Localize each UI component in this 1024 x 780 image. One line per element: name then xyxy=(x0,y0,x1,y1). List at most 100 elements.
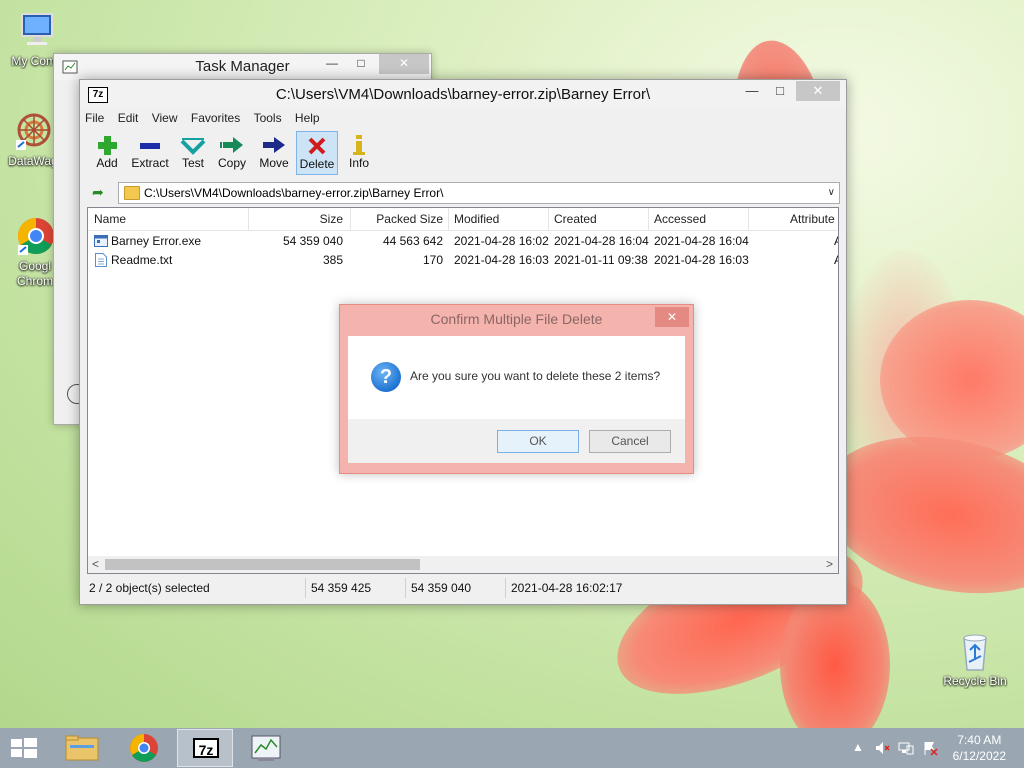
taskbar-7zip[interactable]: 7z xyxy=(177,729,233,767)
taskbar-task-manager[interactable] xyxy=(238,729,294,767)
dialog-title: Confirm Multiple File Delete xyxy=(430,311,603,327)
address-dropdown-icon[interactable]: ∨ xyxy=(828,183,835,203)
file-name: Readme.txt xyxy=(111,253,173,267)
test-label: Test xyxy=(181,156,204,170)
column-name[interactable]: Name xyxy=(94,212,126,226)
confirm-delete-dialog[interactable]: Confirm Multiple File Delete ✕ ? Are you… xyxy=(339,304,694,474)
network-icon[interactable] xyxy=(898,740,914,756)
dialog-close-button[interactable]: ✕ xyxy=(655,307,689,327)
column-packed-size[interactable]: Packed Size xyxy=(350,212,443,226)
task-manager-icon xyxy=(251,735,281,761)
chrome-icon xyxy=(130,734,158,762)
datawag-icon xyxy=(12,110,54,152)
text-file-icon xyxy=(95,253,107,267)
file-accessed: 2021-04-28 16:04 xyxy=(654,234,749,248)
menu-view[interactable]: View xyxy=(147,109,183,127)
menu-favorites[interactable]: Favorites xyxy=(186,109,245,127)
status-date: 2021-04-28 16:02:17 xyxy=(511,581,623,595)
add-label: Add xyxy=(96,156,118,170)
file-packed-size: 170 xyxy=(422,253,443,267)
delete-button[interactable]: Delete xyxy=(296,131,338,175)
column-modified[interactable]: Modified xyxy=(454,212,499,226)
sevenzip-title: C:\Users\VM4\Downloads\barney-error.zip\… xyxy=(275,86,651,103)
status-size: 54 359 425 xyxy=(311,581,372,595)
delete-icon xyxy=(308,137,326,155)
address-field[interactable]: C:\Users\VM4\Downloads\barney-error.zip\… xyxy=(118,182,840,204)
copy-label: Copy xyxy=(217,156,246,170)
start-button[interactable] xyxy=(0,729,48,767)
move-button[interactable]: Move xyxy=(257,131,291,175)
clock[interactable]: 7:40 AM 6/12/2022 xyxy=(953,732,1006,764)
extract-button[interactable]: Extract xyxy=(129,131,171,175)
recycle-bin-icon xyxy=(954,630,996,672)
dialog-footer: OK Cancel xyxy=(348,419,685,463)
test-icon xyxy=(180,138,206,155)
sevenzip-minimize-button[interactable]: — xyxy=(738,81,766,101)
scrollbar-thumb[interactable] xyxy=(105,559,420,570)
up-folder-icon[interactable]: ➦ xyxy=(92,184,104,201)
extract-label: Extract xyxy=(131,156,169,170)
clock-date: 6/12/2022 xyxy=(952,749,1006,763)
scroll-right-icon[interactable]: > xyxy=(826,557,833,571)
status-selected: 2 / 2 object(s) selected xyxy=(89,581,210,595)
taskbar: 7z ▲ 7:40 AM 6/12/2022 xyxy=(0,728,1024,768)
task-manager-close-button[interactable]: ✕ xyxy=(379,54,429,74)
test-button[interactable]: Test xyxy=(177,131,209,175)
extract-icon xyxy=(140,143,160,149)
file-attributes: A xyxy=(834,234,838,248)
menu-help[interactable]: Help xyxy=(290,109,325,127)
task-manager-minimize-button[interactable]: — xyxy=(318,54,346,74)
menu-edit[interactable]: Edit xyxy=(113,109,144,127)
folder-icon xyxy=(124,186,140,200)
task-manager-title: Task Manager xyxy=(195,58,290,75)
file-created: 2021-04-28 16:04 xyxy=(554,234,649,248)
computer-icon xyxy=(16,10,58,52)
add-icon xyxy=(98,136,117,155)
chrome-icon xyxy=(14,215,56,257)
task-manager-maximize-button[interactable]: □ xyxy=(347,54,375,74)
info-button[interactable]: Info xyxy=(344,131,374,175)
taskbar-chrome[interactable] xyxy=(116,729,172,767)
menu-file[interactable]: File xyxy=(80,109,109,127)
column-size[interactable]: Size xyxy=(248,212,343,226)
sevenzip-title-bar[interactable]: 7z C:\Users\VM4\Downloads\barney-error.z… xyxy=(80,80,846,108)
file-modified: 2021-04-28 16:02 xyxy=(454,234,549,248)
sevenzip-maximize-button[interactable]: □ xyxy=(766,81,794,101)
cancel-button[interactable]: Cancel xyxy=(589,430,671,453)
add-button[interactable]: Add xyxy=(90,131,124,175)
toolbar: Add Extract Test Copy Move Delete Info xyxy=(85,131,845,177)
menu-tools[interactable]: Tools xyxy=(249,109,287,127)
delete-label: Delete xyxy=(299,157,335,171)
speaker-muted-icon[interactable] xyxy=(874,740,890,756)
move-icon xyxy=(263,137,285,153)
clock-time: 7:40 AM xyxy=(957,733,1002,747)
menu-bar: File Edit View Favorites Tools Help xyxy=(80,109,846,129)
desktop-icon-label: Recycle Bin xyxy=(943,674,1007,688)
info-label: Info xyxy=(348,156,369,170)
tray-overflow-icon[interactable]: ▲ xyxy=(852,740,864,780)
file-list-header: Name Size Packed Size Modified Created A… xyxy=(88,208,838,231)
ok-button[interactable]: OK xyxy=(497,430,579,453)
scroll-left-icon[interactable]: < xyxy=(92,557,99,571)
desktop: My Comp DataWag Googl Chrom Recycle Bin … xyxy=(0,0,1024,728)
file-accessed: 2021-04-28 16:03 xyxy=(654,253,749,267)
horizontal-scrollbar[interactable]: < > xyxy=(88,556,838,573)
copy-button[interactable]: Copy xyxy=(215,131,249,175)
table-row[interactable]: Barney Error.exe 54 359 040 44 563 642 2… xyxy=(88,232,838,251)
taskbar-file-explorer[interactable] xyxy=(54,729,110,767)
copy-icon xyxy=(220,137,243,153)
table-row[interactable]: Readme.txt 385 170 2021-04-28 16:03 2021… xyxy=(88,251,838,270)
exe-file-icon xyxy=(94,235,108,247)
status-packed-size: 54 359 040 xyxy=(411,581,472,595)
action-center-flag-icon[interactable] xyxy=(922,740,938,756)
folder-icon xyxy=(65,735,99,761)
file-size: 385 xyxy=(322,253,343,267)
windows-logo-icon xyxy=(11,738,37,758)
column-attributes[interactable]: Attribute xyxy=(790,212,835,226)
address-text: C:\Users\VM4\Downloads\barney-error.zip\… xyxy=(144,186,444,200)
file-name: Barney Error.exe xyxy=(111,234,202,248)
desktop-icon-recycle-bin[interactable]: Recycle Bin xyxy=(937,630,1013,689)
sevenzip-close-button[interactable]: ✕ xyxy=(796,81,840,101)
column-accessed[interactable]: Accessed xyxy=(654,212,706,226)
column-created[interactable]: Created xyxy=(554,212,597,226)
